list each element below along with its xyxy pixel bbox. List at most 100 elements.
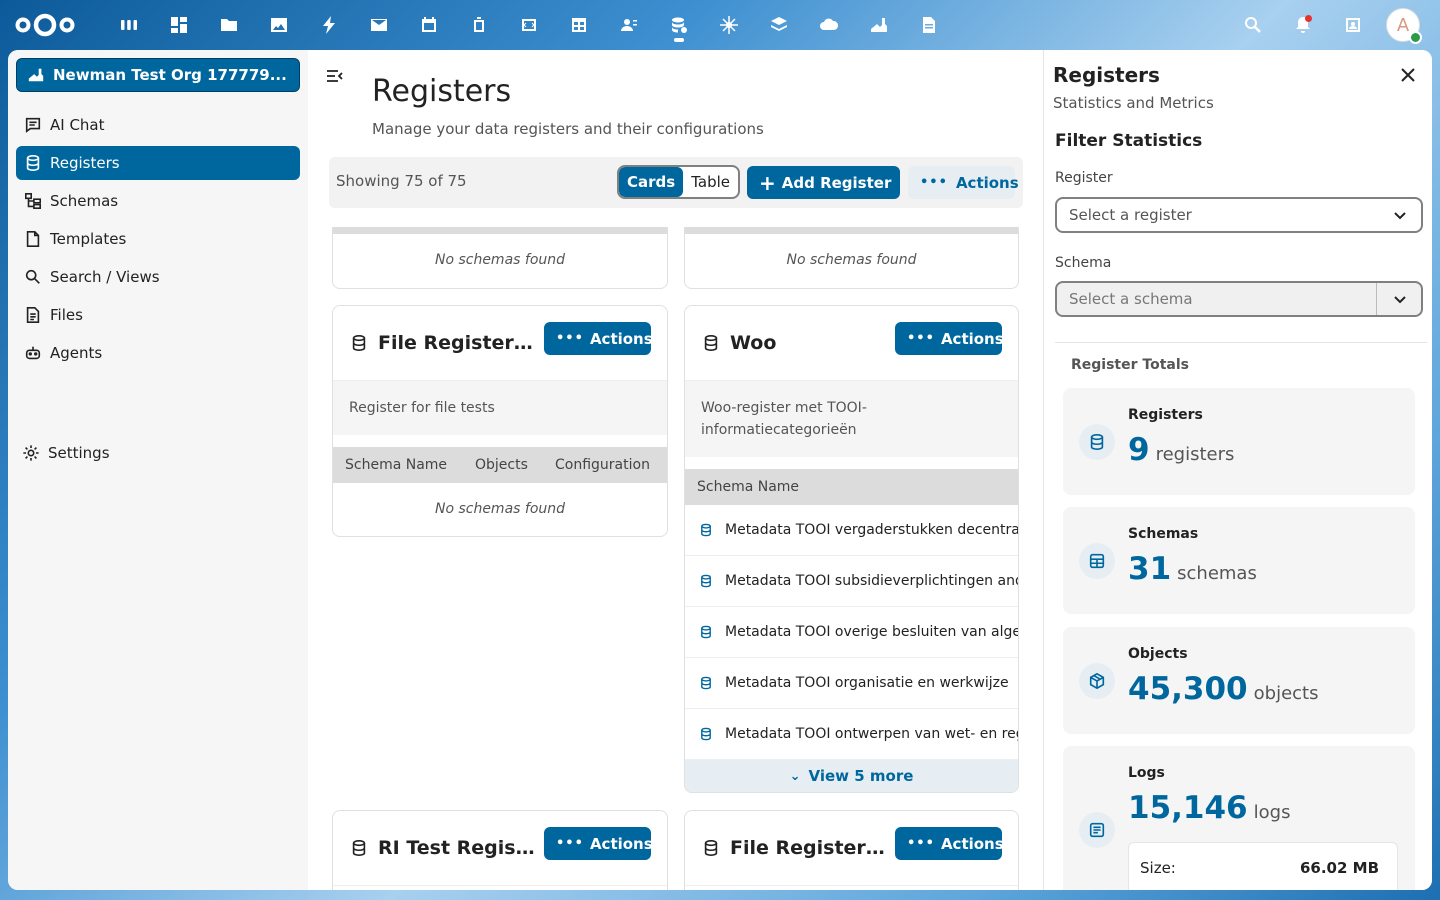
user-avatar[interactable]: A bbox=[1386, 8, 1422, 44]
notification-badge bbox=[1305, 15, 1312, 22]
register-select[interactable]: Select a register bbox=[1055, 197, 1423, 233]
avatar-initial: A bbox=[1396, 14, 1410, 36]
dashboard-icon[interactable] bbox=[154, 0, 204, 50]
calendar-icon[interactable] bbox=[404, 0, 454, 50]
schema-row[interactable]: Metadata TOOI subsidieverplichtingen and… bbox=[685, 556, 1018, 607]
stat-number: 45,300 bbox=[1128, 671, 1248, 707]
deck-icon[interactable] bbox=[454, 0, 504, 50]
organisation-switcher-button[interactable]: Newman Test Org 177779... bbox=[16, 58, 300, 92]
toolbar: Showing 75 of 75 Cards Table + Add Regis… bbox=[329, 157, 1023, 208]
schema-name: Metadata TOOI subsidieverplichtingen and… bbox=[725, 573, 1018, 589]
schema-filter-label: Schema bbox=[1055, 255, 1112, 271]
sidebar-item-agents[interactable]: Agents bbox=[16, 336, 300, 370]
sidebar: Newman Test Org 177779... AI Chat Regist… bbox=[8, 50, 308, 890]
chevron-down-icon bbox=[1394, 296, 1406, 304]
apps-icon[interactable] bbox=[104, 0, 154, 50]
status-online-icon bbox=[1409, 31, 1422, 44]
schema-row[interactable]: Metadata TOOI ontwerpen van wet- en rege bbox=[685, 709, 1018, 760]
contacts-menu-icon[interactable] bbox=[1328, 0, 1378, 50]
activity-icon[interactable] bbox=[304, 0, 354, 50]
document-icon[interactable] bbox=[904, 0, 954, 50]
code-icon[interactable] bbox=[504, 0, 554, 50]
app-window: Newman Test Org 177779... AI Chat Regist… bbox=[8, 50, 1432, 890]
card-description: Register for file tests bbox=[333, 381, 667, 435]
filter-title: Filter Statistics bbox=[1055, 131, 1203, 151]
layers-icon[interactable] bbox=[754, 0, 804, 50]
stat-number: 31 bbox=[1128, 551, 1172, 587]
card-actions-button[interactable]: ••• Actions bbox=[895, 827, 1004, 860]
sidebar-item-label: Settings bbox=[48, 444, 110, 462]
stat-card-registers: Registers 9 registers bbox=[1063, 388, 1415, 495]
card-actions-button[interactable]: ••• Actions bbox=[895, 322, 1004, 355]
nextcloud-logo-icon[interactable] bbox=[14, 11, 76, 39]
database-icon bbox=[704, 334, 718, 352]
panel-title: Registers bbox=[1053, 63, 1160, 87]
database-icon bbox=[26, 154, 40, 172]
close-icon[interactable] bbox=[1399, 66, 1417, 84]
panel-subtitle: Statistics and Metrics bbox=[1053, 94, 1214, 112]
result-count: Showing 75 of 75 bbox=[336, 172, 467, 190]
column-header[interactable]: Configuration bbox=[555, 457, 650, 473]
empty-schemas: No schemas found bbox=[434, 252, 566, 268]
stat-number: 15,146 bbox=[1128, 790, 1248, 826]
sidebar-item-templates[interactable]: Templates bbox=[16, 222, 300, 256]
card-actions-button[interactable]: ••• Actions bbox=[544, 322, 653, 355]
view-table-button[interactable]: Table bbox=[683, 167, 738, 197]
sidebar-item-label: Search / Views bbox=[50, 268, 160, 286]
view-mode-switch: Cards Table bbox=[617, 165, 740, 199]
column-header[interactable]: Objects bbox=[475, 457, 555, 473]
schema-row[interactable]: Metadata TOOI overige besluiten van alge… bbox=[685, 607, 1018, 658]
view-cards-button[interactable]: Cards bbox=[619, 167, 684, 197]
register-card: File Register ... ••• Actions bbox=[684, 810, 1019, 890]
sidebar-item-files[interactable]: Files bbox=[16, 298, 300, 332]
spider-icon[interactable] bbox=[704, 0, 754, 50]
chevron-down-icon bbox=[1394, 212, 1406, 220]
card-actions-button[interactable]: ••• Actions bbox=[544, 827, 653, 860]
card-header: File Register ... ••• Actions bbox=[333, 306, 667, 381]
database-icon bbox=[701, 574, 711, 588]
register-card: RI Test Regist... ••• Actions bbox=[332, 810, 668, 890]
spreadsheet-icon[interactable] bbox=[554, 0, 604, 50]
stat-label: Logs bbox=[1128, 765, 1165, 781]
stat-card-logs: Logs 15,146 logs Size: 66.02 MB bbox=[1063, 746, 1415, 890]
sidebar-item-search-views[interactable]: Search / Views bbox=[16, 260, 300, 294]
sidebar-item-registers[interactable]: Registers bbox=[16, 146, 300, 180]
column-header[interactable]: Schema Name bbox=[345, 457, 475, 473]
photos-icon[interactable] bbox=[254, 0, 304, 50]
sidebar-item-schemas[interactable]: Schemas bbox=[16, 184, 300, 218]
menu-toggle-icon[interactable] bbox=[326, 68, 344, 84]
schema-table-header: Schema Name Objects Configuration bbox=[333, 447, 667, 483]
register-card: No schemas found bbox=[684, 227, 1019, 289]
schema-name: Metadata TOOI overige besluiten van alge… bbox=[725, 624, 1018, 640]
schema-select[interactable]: Select a schema bbox=[1055, 281, 1423, 317]
schema-row[interactable]: Metadata TOOI vergaderstukken decentrale bbox=[685, 505, 1018, 556]
actions-label: Actions bbox=[589, 834, 653, 853]
more-icon: ••• bbox=[907, 331, 935, 346]
stat-unit: registers bbox=[1155, 444, 1235, 465]
notifications-icon[interactable] bbox=[1278, 0, 1328, 50]
mail-icon[interactable] bbox=[354, 0, 404, 50]
sidebar-item-ai-chat[interactable]: AI Chat bbox=[16, 108, 300, 142]
card-header: Woo ••• Actions bbox=[685, 306, 1018, 381]
search-icon[interactable] bbox=[1228, 0, 1278, 50]
add-register-button[interactable]: + Add Register bbox=[747, 166, 900, 199]
toolbar-actions-button[interactable]: ••• Actions bbox=[908, 166, 1019, 199]
column-header[interactable]: Schema Name bbox=[697, 479, 799, 495]
view-more-button[interactable]: ⌄ View 5 more bbox=[685, 760, 1018, 792]
openregister-icon[interactable] bbox=[654, 0, 704, 50]
actions-label: Actions bbox=[589, 329, 653, 348]
main-content: Registers Manage your data registers and… bbox=[308, 50, 1043, 890]
schema-row[interactable]: Metadata TOOI organisatie en werkwijze bbox=[685, 658, 1018, 709]
stat-label: Schemas bbox=[1128, 526, 1199, 542]
files-icon[interactable] bbox=[204, 0, 254, 50]
stat-number: 9 bbox=[1128, 432, 1150, 468]
sidebar-item-settings[interactable]: Settings bbox=[16, 436, 300, 470]
stat-label: Registers bbox=[1128, 407, 1203, 423]
cloud-icon[interactable] bbox=[804, 0, 854, 50]
contacts-icon[interactable] bbox=[604, 0, 654, 50]
chart-icon[interactable] bbox=[854, 0, 904, 50]
add-register-label: Add Register bbox=[781, 173, 892, 192]
schema-select-placeholder: Select a schema bbox=[1069, 290, 1193, 308]
sidebar-item-label: Agents bbox=[50, 344, 103, 362]
database-icon bbox=[701, 625, 711, 639]
